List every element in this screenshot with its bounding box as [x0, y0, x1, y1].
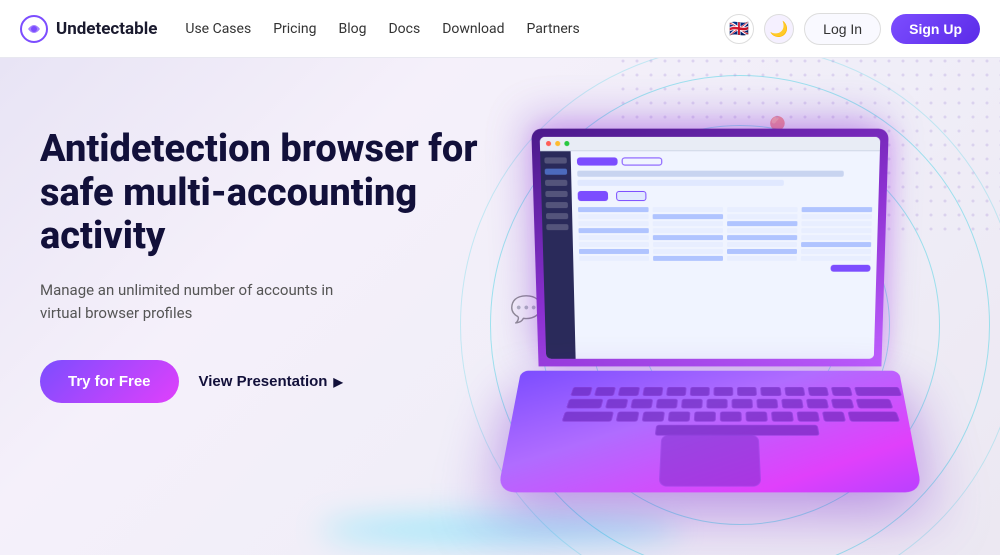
play-icon: ▶ — [333, 375, 342, 389]
view-presentation-button[interactable]: View Presentation ▶ — [199, 373, 343, 390]
try-free-button[interactable]: Try for Free — [40, 360, 179, 403]
touchpad — [659, 435, 762, 487]
hero-section: 📍 💬 👥 — [0, 58, 1000, 555]
login-button[interactable]: Log In — [804, 13, 881, 45]
nav-link-docs[interactable]: Docs — [388, 21, 420, 37]
hero-buttons: Try for Free View Presentation ▶ — [40, 360, 540, 403]
hero-title: Antidetection browser for safe multi-acc… — [40, 128, 540, 259]
signup-button[interactable]: Sign Up — [891, 14, 980, 44]
nav-link-partners[interactable]: Partners — [527, 21, 580, 37]
hero-content: Antidetection browser for safe multi-acc… — [40, 128, 540, 403]
dark-mode-toggle[interactable]: 🌙 — [764, 14, 794, 44]
laptop-glow — [320, 515, 680, 545]
hero-subtitle: Manage an unlimited number of accounts i… — [40, 279, 360, 324]
view-presentation-label: View Presentation — [199, 373, 328, 390]
laptop-screen — [531, 129, 888, 367]
nav-right: 🇬🇧 🌙 Log In Sign Up — [724, 13, 980, 45]
nav-links: Use Cases Pricing Blog Docs Download Par… — [185, 21, 724, 37]
nav-link-download[interactable]: Download — [442, 21, 504, 37]
language-selector[interactable]: 🇬🇧 — [724, 14, 754, 44]
nav-link-pricing[interactable]: Pricing — [273, 21, 316, 37]
nav-link-blog[interactable]: Blog — [339, 21, 367, 37]
logo-link[interactable]: Undetectable — [20, 15, 157, 43]
navbar: Undetectable Use Cases Pricing Blog Docs… — [0, 0, 1000, 58]
logo-icon — [20, 15, 48, 43]
brand-name: Undetectable — [56, 19, 157, 39]
nav-link-use-cases[interactable]: Use Cases — [185, 21, 251, 37]
